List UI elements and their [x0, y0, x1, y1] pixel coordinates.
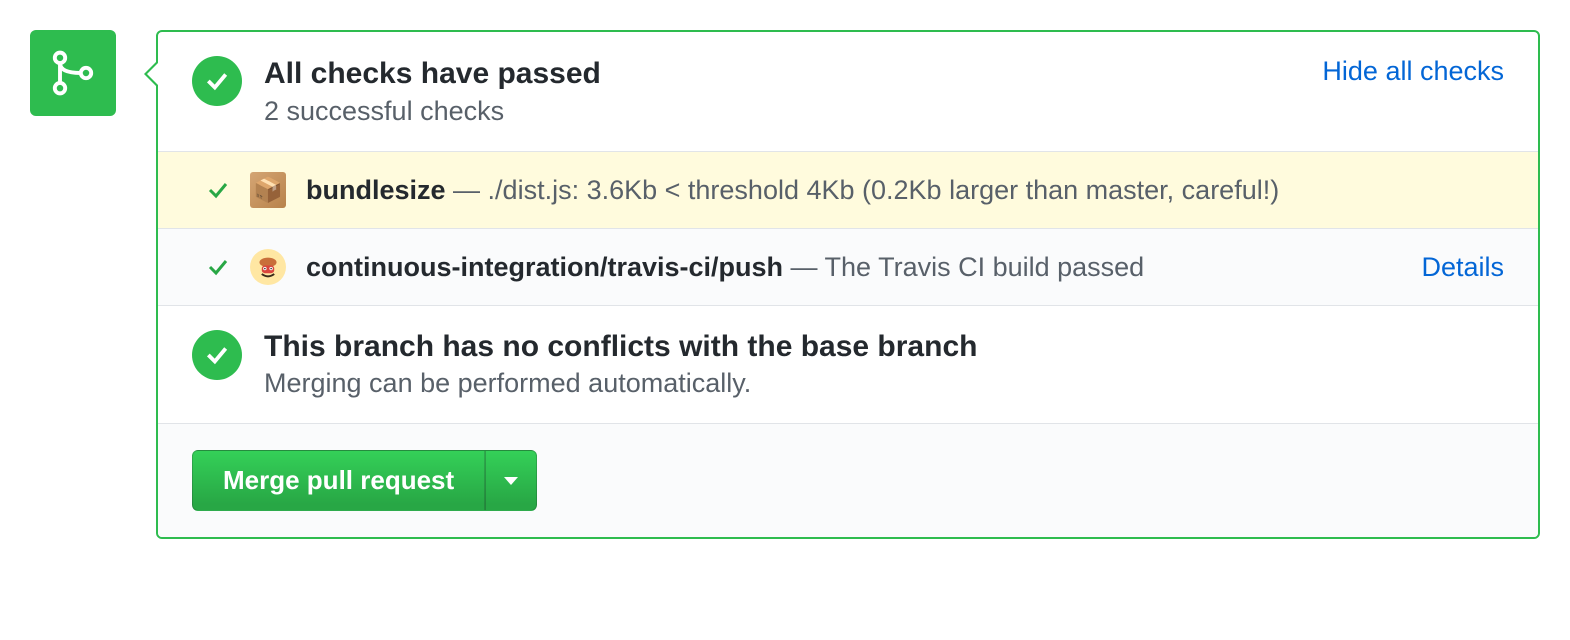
checks-title: All checks have passed [264, 56, 1300, 92]
merge-status-section: This branch has no conflicts with the ba… [158, 306, 1538, 423]
merge-pull-request-button[interactable]: Merge pull request [192, 450, 485, 511]
check-row-bundlesize: 📦 bundlesize — ./dist.js: 3.6Kb < thresh… [158, 152, 1538, 229]
check-details-link[interactable]: Details [1421, 252, 1504, 283]
package-icon: 📦 [250, 172, 286, 208]
merge-badge-icon [30, 30, 116, 116]
caret-down-icon [504, 477, 518, 485]
success-check-icon [192, 56, 242, 106]
merge-options-dropdown[interactable] [485, 450, 537, 511]
merge-status-title: This branch has no conflicts with the ba… [264, 330, 1504, 364]
check-name: bundlesize [306, 175, 446, 205]
check-description: The Travis CI build passed [825, 252, 1145, 282]
merge-panel: All checks have passed 2 successful chec… [156, 30, 1540, 539]
merge-actions: Merge pull request [158, 423, 1538, 537]
check-name: continuous-integration/travis-ci/push [306, 252, 783, 282]
check-pass-icon [206, 255, 230, 279]
checks-subtitle: 2 successful checks [264, 96, 1300, 127]
check-row-travis: continuous-integration/travis-ci/push — … [158, 229, 1538, 306]
check-pass-icon [206, 178, 230, 202]
success-check-icon [192, 330, 242, 380]
checks-header: All checks have passed 2 successful chec… [158, 32, 1538, 152]
travis-icon [250, 249, 286, 285]
check-text: bundlesize — ./dist.js: 3.6Kb < threshol… [306, 175, 1504, 206]
check-text: continuous-integration/travis-ci/push — … [306, 252, 1401, 283]
merge-status-subtitle: Merging can be performed automatically. [264, 368, 1504, 399]
check-description: ./dist.js: 3.6Kb < threshold 4Kb (0.2Kb … [488, 175, 1280, 205]
hide-all-checks-link[interactable]: Hide all checks [1322, 56, 1504, 87]
